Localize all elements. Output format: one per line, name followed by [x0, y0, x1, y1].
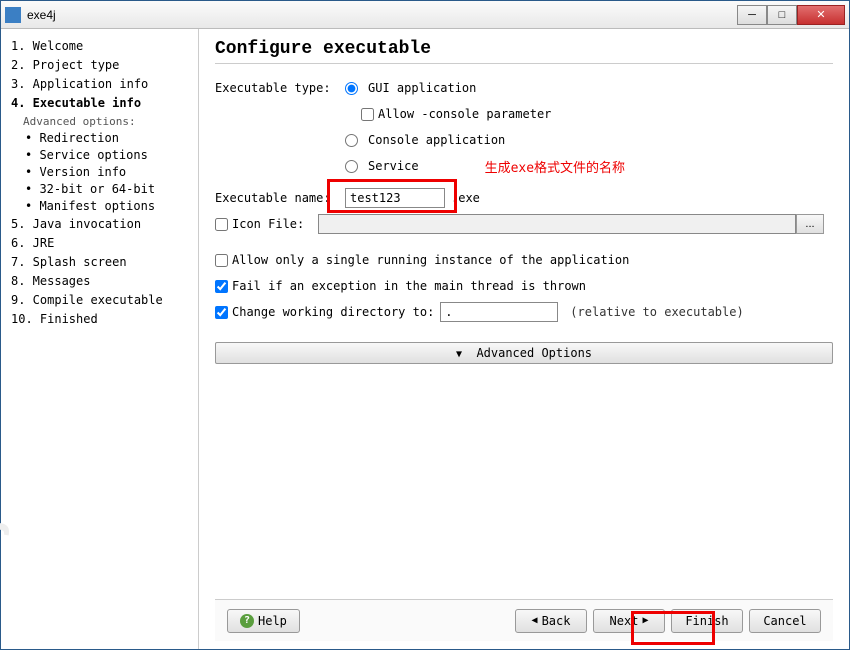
step-welcome[interactable]: 1. Welcome [7, 37, 192, 56]
browse-icon-button[interactable]: ... [796, 214, 824, 234]
allow-console-label: Allow -console parameter [378, 107, 551, 121]
finish-label: Finish [685, 614, 728, 628]
exec-name-label: Executable name: [215, 191, 345, 205]
next-button[interactable]: Next ▶ [593, 609, 665, 633]
substep-service-options[interactable]: Service options [7, 147, 192, 164]
app-icon [5, 7, 21, 23]
radio-gui-application[interactable] [345, 82, 358, 95]
window-title: exe4j [27, 8, 737, 22]
advanced-options-btn-label: Advanced Options [476, 346, 592, 360]
step-jre[interactable]: 6. JRE [7, 234, 192, 253]
step-compile[interactable]: 9. Compile executable [7, 291, 192, 310]
single-instance-label: Allow only a single running instance of … [232, 253, 629, 267]
checkbox-allow-console-param[interactable] [361, 108, 374, 121]
fail-exception-label: Fail if an exception in the main thread … [232, 279, 586, 293]
step-project-type[interactable]: 2. Project type [7, 56, 192, 75]
checkbox-change-cwd[interactable] [215, 306, 228, 319]
checkbox-fail-exception[interactable] [215, 280, 228, 293]
next-label: Next [610, 614, 639, 628]
radio-service-label: Service [368, 159, 419, 173]
maximize-button[interactable]: □ [767, 5, 797, 25]
back-button[interactable]: ◀ Back [515, 609, 587, 633]
finish-button[interactable]: Finish [671, 609, 743, 633]
help-label: Help [258, 614, 287, 628]
cwd-relative-label: (relative to executable) [570, 305, 743, 319]
help-icon: ? [240, 614, 254, 628]
step-application-info[interactable]: 3. Application info [7, 75, 192, 94]
radio-console-label: Console application [368, 133, 505, 147]
triangle-right-icon: ▶ [642, 615, 648, 626]
exec-name-suffix: .exe [451, 191, 480, 205]
step-executable-info[interactable]: 4. Executable info [7, 94, 192, 113]
help-button[interactable]: ? Help [227, 609, 300, 633]
wizard-sidebar: 1. Welcome 2. Project type 3. Applicatio… [1, 29, 199, 649]
cwd-input[interactable] [440, 302, 558, 322]
exec-name-input[interactable] [345, 188, 445, 208]
cancel-button[interactable]: Cancel [749, 609, 821, 633]
app-window: exe4j ─ □ ✕ 1. Welcome 2. Project type 3… [0, 0, 850, 650]
substep-manifest[interactable]: Manifest options [7, 198, 192, 215]
icon-file-path [318, 214, 796, 234]
minimize-button[interactable]: ─ [737, 5, 767, 25]
exec-type-label: Executable type: [215, 81, 345, 95]
main-panel: Configure executable Executable type: GU… [199, 29, 849, 649]
back-label: Back [542, 614, 571, 628]
step-splash[interactable]: 7. Splash screen [7, 253, 192, 272]
substep-version-info[interactable]: Version info [7, 164, 192, 181]
step-java-invocation[interactable]: 5. Java invocation [7, 215, 192, 234]
advanced-options-label: Advanced options: [7, 113, 192, 130]
footer-bar: ? Help ◀ Back Next ▶ Finish Cancel [215, 599, 833, 641]
step-messages[interactable]: 8. Messages [7, 272, 192, 291]
checkbox-icon-file[interactable] [215, 218, 228, 231]
icon-file-label: Icon File: [232, 217, 318, 231]
triangle-left-icon: ◀ [532, 615, 538, 626]
substep-bitness[interactable]: 32-bit or 64-bit [7, 181, 192, 198]
page-heading: Configure executable [215, 39, 833, 59]
change-cwd-label: Change working directory to: [232, 305, 434, 319]
chevron-down-icon: ▼ [456, 349, 462, 360]
cancel-label: Cancel [763, 614, 806, 628]
close-button[interactable]: ✕ [797, 5, 845, 25]
checkbox-single-instance[interactable] [215, 254, 228, 267]
substep-redirection[interactable]: Redirection [7, 130, 192, 147]
advanced-options-button[interactable]: ▼ Advanced Options [215, 342, 833, 364]
radio-console-application[interactable] [345, 134, 358, 147]
watermark-text: exe4j [0, 519, 11, 629]
titlebar: exe4j ─ □ ✕ [1, 1, 849, 29]
step-finished[interactable]: 10. Finished [7, 310, 192, 329]
divider [215, 63, 833, 64]
radio-service[interactable] [345, 160, 358, 173]
radio-gui-label: GUI application [368, 81, 476, 95]
annotation-text: 生成exe格式文件的名称 [485, 157, 625, 176]
